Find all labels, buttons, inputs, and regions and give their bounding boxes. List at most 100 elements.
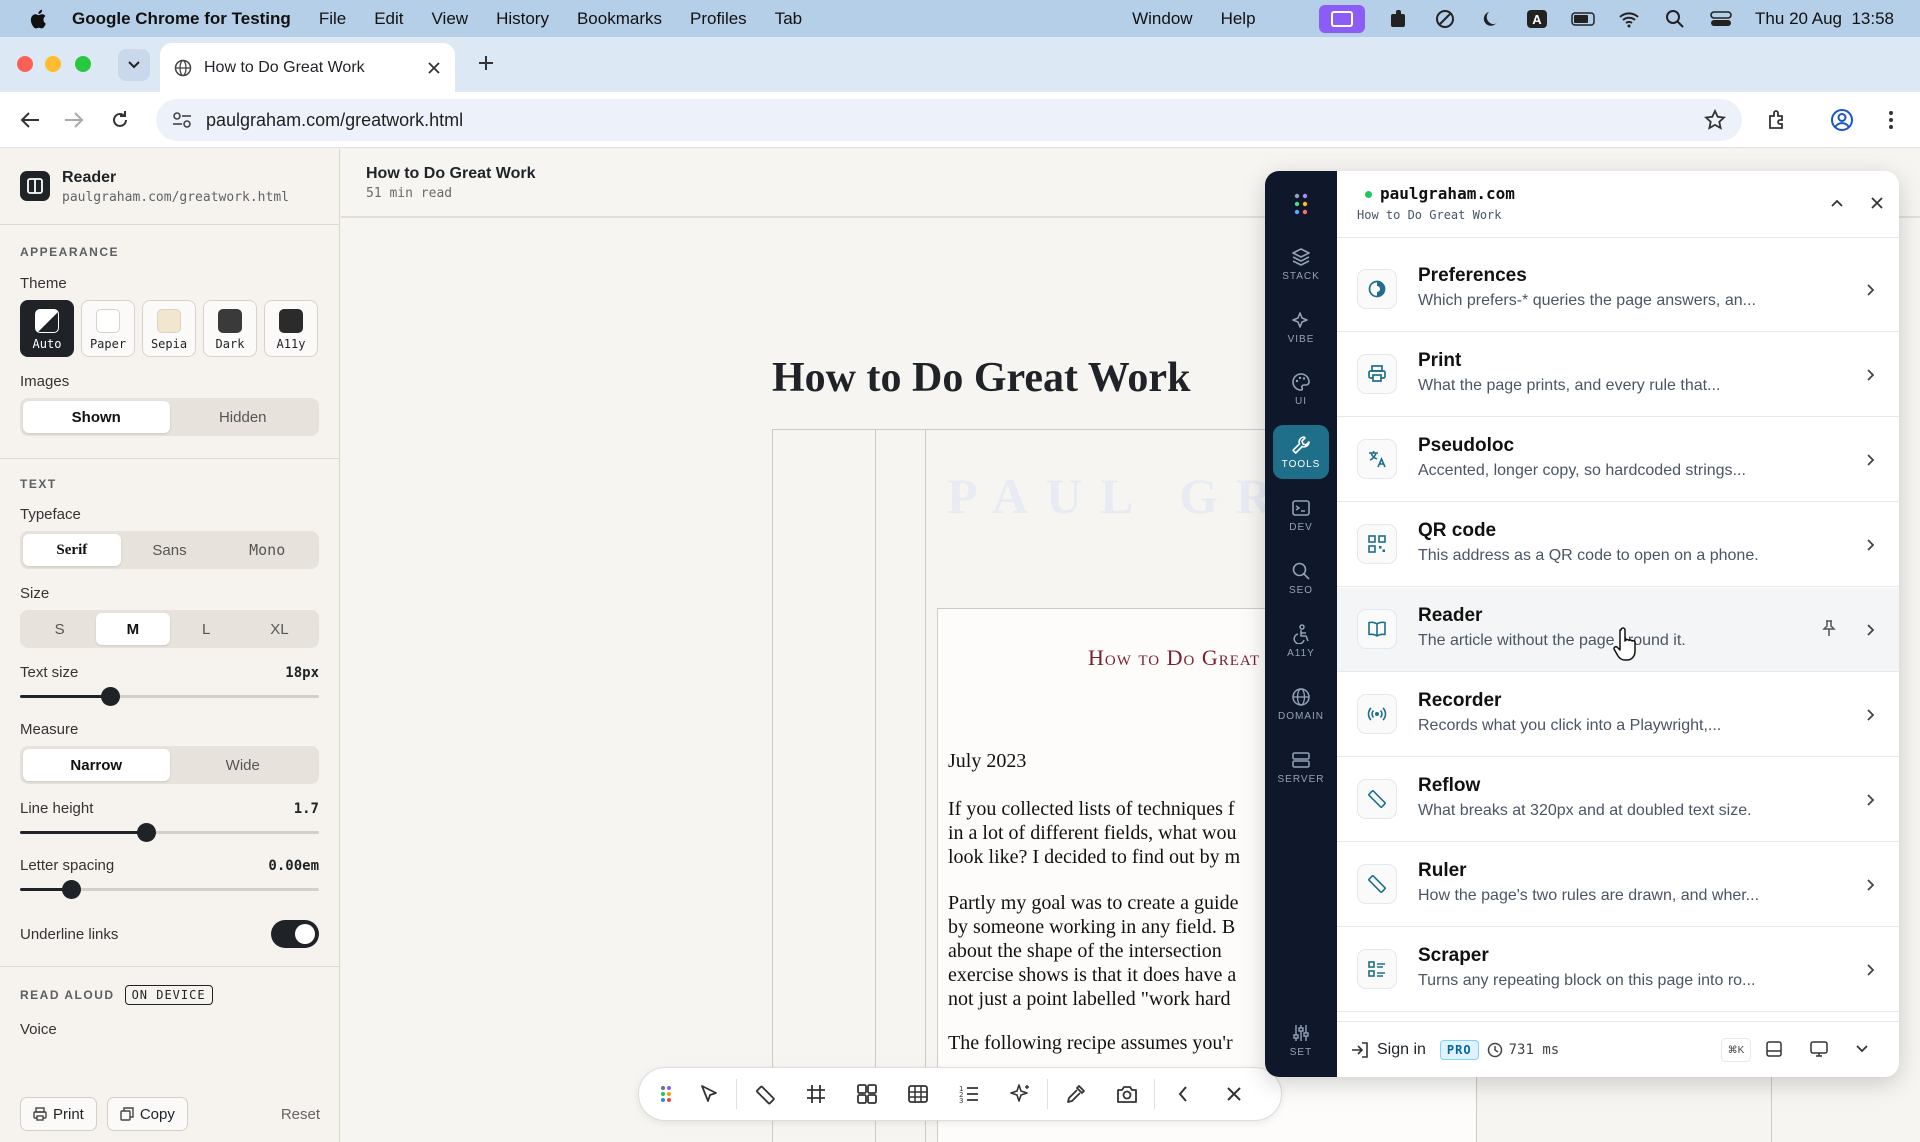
screen-mirror-icon[interactable] xyxy=(1319,4,1366,33)
tool-ruler[interactable]: Ruler How the page's two rules are drawn… xyxy=(1337,843,1899,927)
collapse-toolbar-button[interactable] xyxy=(1157,1074,1208,1114)
menu-file[interactable]: File xyxy=(319,9,346,29)
table-tool-button[interactable] xyxy=(892,1074,943,1114)
drag-handle[interactable] xyxy=(649,1074,683,1114)
size-xl-option[interactable]: XL xyxy=(243,613,316,645)
minimize-window-button[interactable] xyxy=(45,56,61,72)
letter-spacing-slider[interactable] xyxy=(20,878,319,900)
theme-paper[interactable]: Paper xyxy=(81,300,135,357)
ai-sparkle-button[interactable] xyxy=(994,1074,1045,1114)
tab-search-button[interactable] xyxy=(118,49,150,81)
rail-ui[interactable]: UI xyxy=(1273,362,1329,416)
rail-a11y[interactable]: A11Y xyxy=(1273,614,1329,668)
address-bar[interactable]: paulgraham.com/greatwork.html xyxy=(156,99,1742,141)
size-s-option[interactable]: S xyxy=(23,613,96,645)
text-size-slider[interactable] xyxy=(20,685,319,707)
rail-dev[interactable]: DEV xyxy=(1273,488,1329,542)
grid-overlay-button[interactable] xyxy=(790,1074,841,1114)
battery-icon[interactable] xyxy=(1571,8,1595,30)
zoom-window-button[interactable] xyxy=(75,56,91,72)
size-l-option[interactable]: L xyxy=(170,613,243,645)
apple-icon[interactable] xyxy=(26,7,50,31)
measure-wide-option[interactable]: Wide xyxy=(170,749,317,781)
wifi-icon[interactable] xyxy=(1617,8,1641,30)
theme-sepia[interactable]: Sepia xyxy=(142,300,196,357)
images-hidden-option[interactable]: Hidden xyxy=(170,401,317,433)
do-not-disturb-icon[interactable] xyxy=(1433,8,1457,30)
underline-links-toggle[interactable] xyxy=(271,920,319,948)
rail-settings[interactable]: SET xyxy=(1273,1013,1329,1067)
moon-icon[interactable] xyxy=(1479,8,1503,30)
close-toolbar-button[interactable] xyxy=(1208,1074,1259,1114)
layout-blocks-button[interactable] xyxy=(841,1074,892,1114)
reset-button[interactable]: Reset xyxy=(281,1106,320,1123)
rail-vibe[interactable]: VIBE xyxy=(1273,300,1329,354)
line-height-slider[interactable] xyxy=(20,821,319,843)
tool-qr-code[interactable]: QR code This address as a QR code to ope… xyxy=(1337,503,1899,587)
typeface-mono-option[interactable]: Mono xyxy=(218,534,316,566)
copy-button[interactable]: Copy xyxy=(106,1097,188,1131)
rail-domain[interactable]: DOMAIN xyxy=(1273,677,1329,731)
keyboard-input-icon[interactable]: A xyxy=(1525,8,1549,30)
close-window-button[interactable] xyxy=(17,56,33,72)
images-shown-option[interactable]: Shown xyxy=(23,401,170,433)
size-m-option[interactable]: M xyxy=(96,613,170,645)
measure-narrow-option[interactable]: Narrow xyxy=(23,749,170,781)
extensions-button[interactable] xyxy=(1761,104,1793,136)
chevron-down-icon[interactable] xyxy=(1855,1044,1869,1054)
typeface-serif-option[interactable]: Serif xyxy=(23,534,121,566)
forward-button[interactable] xyxy=(58,104,90,136)
menu-help[interactable]: Help xyxy=(1221,9,1256,29)
close-panel-button[interactable] xyxy=(1865,191,1889,215)
line-height-slider-handle[interactable] xyxy=(136,823,156,842)
star-icon[interactable] xyxy=(1704,109,1726,131)
rail-stack[interactable]: STACK xyxy=(1273,237,1329,291)
menu-edit[interactable]: Edit xyxy=(374,9,403,29)
tool-preferences[interactable]: Preferences Which prefers-* queries the … xyxy=(1337,248,1899,332)
clock[interactable]: Thu 20 Aug 13:58 xyxy=(1755,9,1894,29)
theme-dark[interactable]: Dark xyxy=(203,300,257,357)
app-menu[interactable]: Google Chrome for Testing xyxy=(72,9,291,29)
rail-tools[interactable]: TOOLS xyxy=(1273,425,1329,479)
screen-share-icon[interactable] xyxy=(1809,1040,1829,1058)
profile-button[interactable] xyxy=(1826,104,1858,136)
browser-menu-button[interactable] xyxy=(1875,104,1907,136)
menu-profiles[interactable]: Profiles xyxy=(690,9,747,29)
tool-recorder[interactable]: Recorder Records what you click into a P… xyxy=(1337,673,1899,757)
theme-auto[interactable]: Auto xyxy=(20,300,74,357)
control-center-icon[interactable] xyxy=(1709,8,1733,30)
site-info-icon[interactable] xyxy=(172,111,192,129)
menu-bookmarks[interactable]: Bookmarks xyxy=(577,9,662,29)
new-tab-button[interactable] xyxy=(470,47,502,79)
text-size-slider-handle[interactable] xyxy=(100,687,120,706)
menu-view[interactable]: View xyxy=(432,9,469,29)
collapse-panel-button[interactable] xyxy=(1825,191,1849,215)
screenshot-button[interactable] xyxy=(1101,1074,1152,1114)
theme-a11y[interactable]: A11y xyxy=(264,300,318,357)
letter-spacing-slider-handle[interactable] xyxy=(61,880,81,899)
tool-scraper[interactable]: Scraper Turns any repeating block on thi… xyxy=(1337,928,1899,1012)
extension-puzzle-icon[interactable] xyxy=(1387,8,1411,30)
menu-window[interactable]: Window xyxy=(1132,9,1192,29)
select-tool-button[interactable] xyxy=(683,1074,734,1114)
typeface-sans-option[interactable]: Sans xyxy=(121,534,219,566)
sign-in-button[interactable]: Sign in xyxy=(1377,1041,1426,1059)
reload-button[interactable] xyxy=(104,104,136,136)
close-icon[interactable] xyxy=(427,61,441,75)
numbered-list-button[interactable]: 123 xyxy=(943,1074,994,1114)
tab-active[interactable]: How to Do Great Work xyxy=(160,43,455,92)
search-icon[interactable] xyxy=(1663,8,1687,30)
rail-seo[interactable]: SEO xyxy=(1273,551,1329,605)
color-picker-button[interactable] xyxy=(1050,1074,1101,1114)
extension-logo-icon[interactable] xyxy=(1265,189,1337,219)
rail-server[interactable]: SERVER xyxy=(1273,740,1329,794)
menu-history[interactable]: History xyxy=(496,9,549,29)
print-button[interactable]: Print xyxy=(20,1097,97,1131)
back-button[interactable] xyxy=(14,104,46,136)
dock-icon[interactable] xyxy=(1765,1040,1783,1058)
pin-icon[interactable] xyxy=(1819,618,1839,638)
command-palette-shortcut[interactable]: ⌘K xyxy=(1721,1038,1751,1062)
menu-tab[interactable]: Tab xyxy=(775,9,802,29)
tool-reflow[interactable]: Reflow What breaks at 320px and at doubl… xyxy=(1337,758,1899,842)
tool-pseudoloc[interactable]: Pseudoloc Accented, longer copy, so hard… xyxy=(1337,418,1899,502)
